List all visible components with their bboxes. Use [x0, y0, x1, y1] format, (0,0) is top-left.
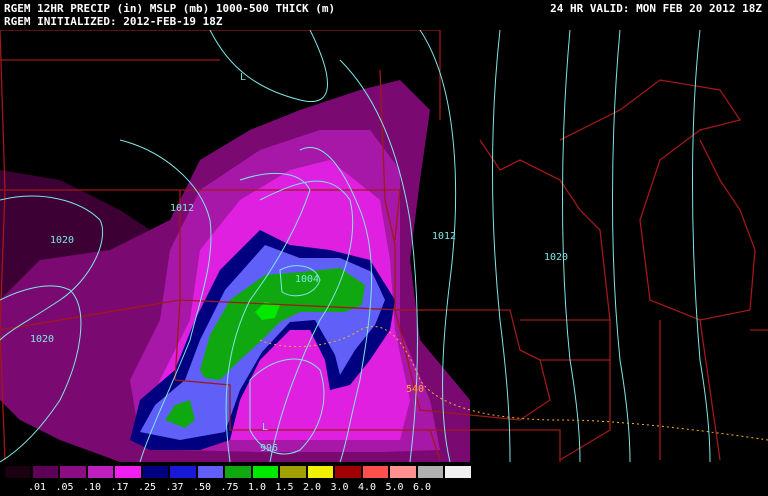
legend-label: .17	[110, 482, 129, 493]
isobar-label: 1012	[432, 231, 456, 242]
legend-swatch	[306, 465, 334, 479]
legend-swatch	[59, 465, 87, 479]
legend-label: 1.5	[275, 482, 294, 493]
legend-swatch	[224, 465, 252, 479]
legend-swatch	[389, 465, 417, 479]
legend-swatch	[251, 465, 279, 479]
isobar-label: 1004	[295, 274, 319, 285]
legend-swatch	[169, 465, 197, 479]
border-in-oh	[659, 319, 768, 461]
legend-label: .05	[55, 482, 74, 493]
isobar-label: 1020	[30, 334, 54, 345]
legend-label: 6.0	[412, 482, 432, 493]
border-wi	[479, 139, 611, 321]
low-pressure-marker: L	[240, 72, 246, 83]
low-pressure-marker: L	[262, 422, 268, 433]
legend-swatch	[334, 465, 362, 479]
legend-swatch	[416, 465, 444, 479]
legend-label: .01	[27, 482, 47, 493]
valid-time: 24 HR VALID: MON FEB 20 2012 18Z	[550, 2, 762, 15]
map-title: RGEM 12HR PRECIP (in) MSLP (mb) 1000-500…	[4, 2, 336, 15]
legend-label: .75	[220, 482, 239, 493]
legend-swatch	[279, 465, 307, 479]
precip-shading	[0, 80, 470, 462]
legend-label: .50	[192, 482, 212, 493]
legend-label: 4.0	[357, 482, 377, 493]
thickness-label: 540	[406, 384, 424, 395]
legend-swatch	[114, 465, 142, 479]
isobar-label: 1020	[544, 252, 568, 263]
legend-label: .25	[137, 482, 157, 493]
legend-swatch	[86, 465, 114, 479]
legend-swatch	[361, 465, 389, 479]
legend-label: 5.0	[385, 482, 404, 493]
isobar-label: 996	[260, 443, 278, 454]
legend-swatch	[4, 465, 32, 479]
isobar-label: 1020	[50, 235, 74, 246]
legend-swatch	[196, 465, 224, 479]
legend-label: 2.0	[302, 482, 322, 493]
legend-label: 1.0	[247, 482, 267, 493]
isobar-label: 1012	[170, 203, 194, 214]
legend-label: 3.0	[330, 482, 349, 493]
init-time: RGEM INITIALIZED: 2012-FEB-19 18Z	[4, 15, 223, 28]
legend-swatch	[141, 465, 169, 479]
legend-label: .10	[82, 482, 102, 493]
border-mi	[559, 79, 756, 321]
precip-legend: .01 .05 .10 .17 .25 .37 .50 .75 1.0 1.5 2.0 3.0 4.0 5…	[4, 465, 472, 494]
legend-swatch	[444, 465, 472, 479]
legend-swatch	[31, 465, 59, 479]
forecast-map: 1012 1020 1020 1004 1012 1020 996 L L 54…	[0, 30, 768, 463]
legend-label: .37	[165, 482, 184, 493]
